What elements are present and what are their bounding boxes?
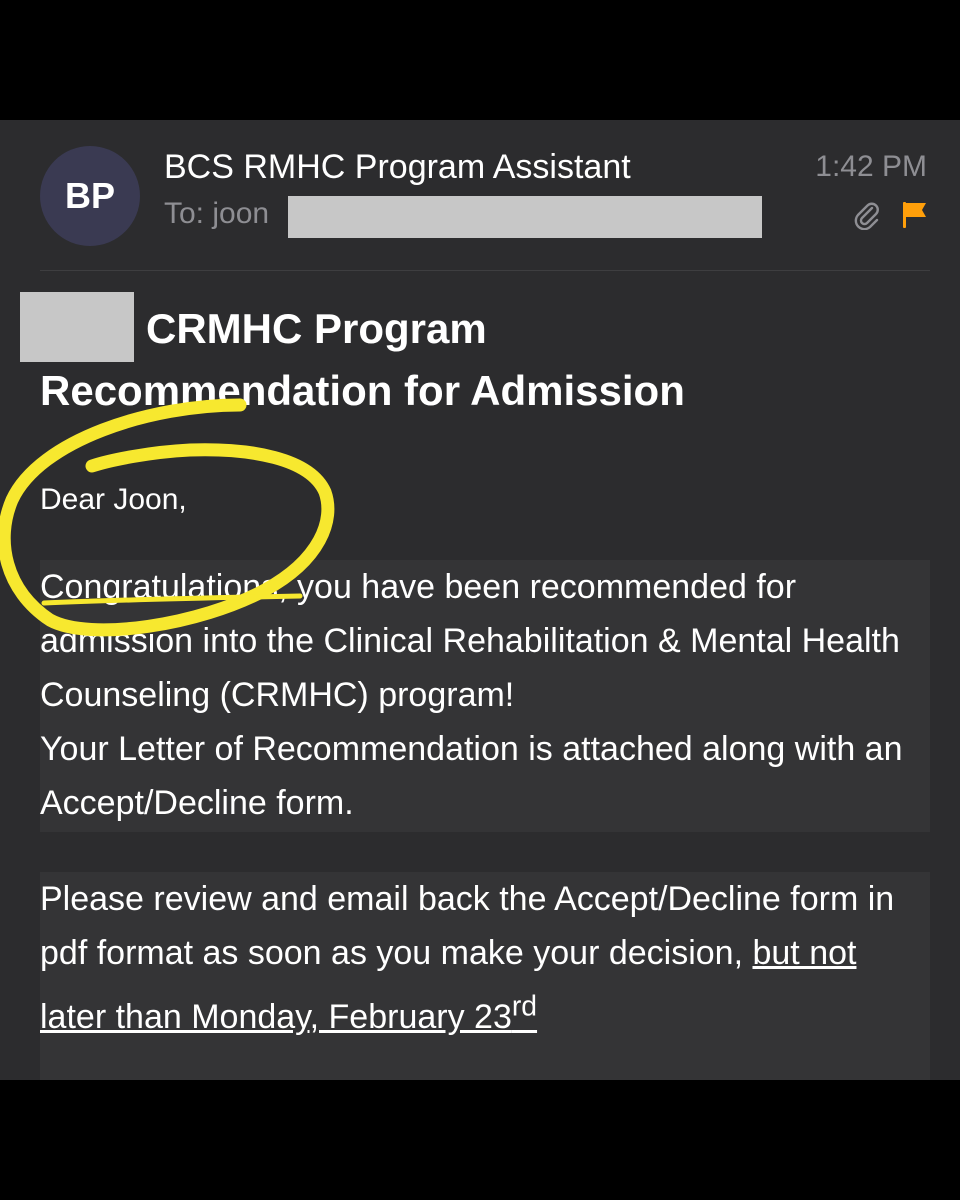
body-paragraph-2: Please review and email back the Accept/… bbox=[40, 872, 930, 1080]
attachment-text: Your Letter of Recommendation is attache… bbox=[40, 730, 903, 822]
sender-name[interactable]: BCS RMHC Program Assistant bbox=[164, 148, 631, 187]
received-time: 1:42 PM bbox=[815, 150, 927, 183]
email-screen: BP BCS RMHC Program Assistant To: joon 1… bbox=[0, 120, 960, 1080]
header-divider bbox=[40, 270, 930, 271]
sender-avatar[interactable]: BP bbox=[40, 146, 140, 246]
greeting: Dear Joon, bbox=[40, 483, 187, 516]
redacted-recipient bbox=[288, 196, 762, 238]
deadline-date-suffix: rd bbox=[511, 991, 538, 1023]
recipient-line[interactable]: To: joon bbox=[164, 197, 269, 231]
congratulations-text: Congratulations, you have been recommend… bbox=[40, 568, 900, 714]
deadline-text: Please review and email back the Accept/… bbox=[40, 872, 930, 1044]
to-label: To: bbox=[164, 197, 205, 230]
subject-line-1: CRMHC Program bbox=[146, 305, 487, 352]
paperclip-icon[interactable] bbox=[852, 200, 882, 230]
body-paragraph-1: Congratulations, you have been recommend… bbox=[40, 560, 930, 832]
recipient-visible: joon bbox=[212, 197, 270, 230]
email-subject: CRMHC Program Recommendation for Admissi… bbox=[40, 298, 685, 422]
flag-icon[interactable] bbox=[900, 200, 928, 230]
subject-line-2: Recommendation for Admission bbox=[40, 367, 685, 414]
